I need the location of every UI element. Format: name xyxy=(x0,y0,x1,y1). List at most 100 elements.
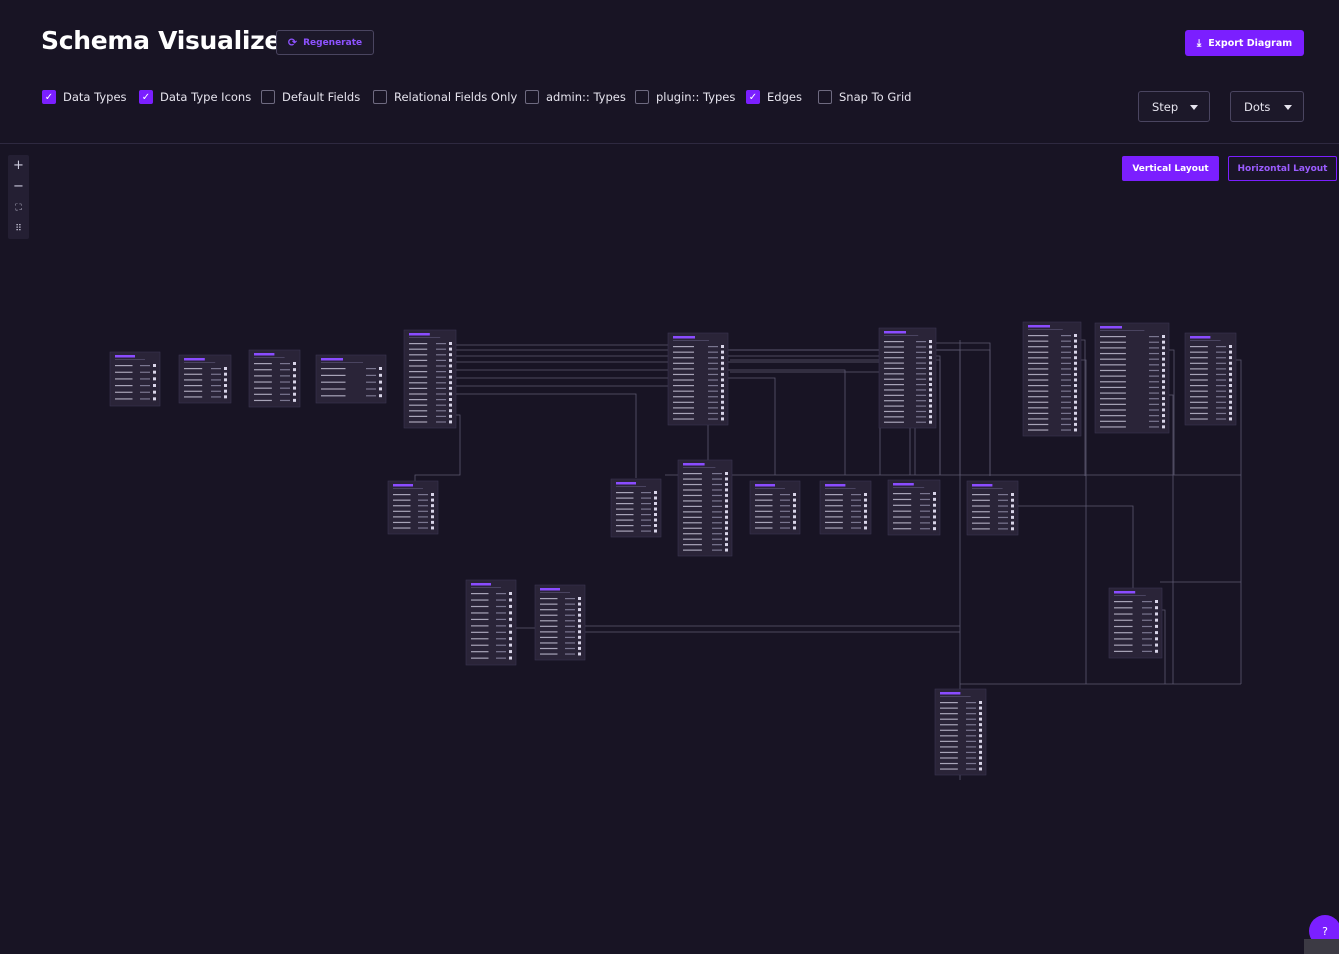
field-name xyxy=(1028,368,1049,370)
field-type-icon xyxy=(725,472,728,475)
node-title-bar xyxy=(884,331,906,334)
field-name xyxy=(825,527,843,529)
checkbox-box[interactable] xyxy=(818,90,832,104)
field-name xyxy=(972,499,990,501)
vertical-layout-button[interactable]: Vertical Layout xyxy=(1122,156,1219,181)
field-type xyxy=(712,483,722,486)
field-type-icon xyxy=(293,398,296,402)
field-type-icon xyxy=(725,482,728,486)
field-type-icon xyxy=(654,496,657,500)
checkbox-box[interactable] xyxy=(261,90,275,104)
field-type-icon xyxy=(979,739,982,743)
checkbox-data-type-icons[interactable]: ✓ Data Type Icons xyxy=(139,90,251,104)
field-type-icon xyxy=(449,347,452,351)
field-type-icon xyxy=(1229,367,1232,371)
field-type-icon xyxy=(725,515,728,519)
field-name xyxy=(1190,401,1208,403)
field-type-icon xyxy=(578,613,581,617)
field-type xyxy=(916,410,926,413)
fit-view-icon[interactable]: ⛶ xyxy=(8,197,29,218)
field-type xyxy=(1061,385,1071,387)
field-type-icon xyxy=(721,367,724,371)
zoom-out-icon[interactable]: − xyxy=(8,176,29,197)
node-title-bar xyxy=(825,484,846,487)
field-name xyxy=(1114,638,1133,640)
field-type-icon xyxy=(153,377,156,381)
checkbox-box[interactable]: ✓ xyxy=(42,90,56,104)
field-type xyxy=(565,603,575,605)
node-subtitle-bar xyxy=(884,335,919,336)
node-subtitle-bar xyxy=(825,488,856,489)
field-type-icon xyxy=(721,417,724,421)
field-type-icon xyxy=(793,509,796,513)
schema-canvas[interactable] xyxy=(0,144,1339,954)
field-name xyxy=(673,407,694,409)
checkbox-admin-types[interactable]: admin:: Types xyxy=(525,90,626,104)
edge-type-select[interactable]: Step xyxy=(1138,91,1210,122)
field-type-icon xyxy=(153,390,156,394)
field-name xyxy=(115,371,133,373)
field-type xyxy=(712,538,722,540)
schema-node xyxy=(248,349,301,408)
field-type xyxy=(641,525,651,527)
background-value: Dots xyxy=(1244,99,1271,114)
checkbox-data-types[interactable]: ✓ Data Types xyxy=(42,90,127,104)
field-name xyxy=(893,510,912,512)
checkbox-edges[interactable]: ✓ Edges xyxy=(746,90,802,104)
field-name xyxy=(683,538,702,540)
zoom-in-icon[interactable]: + xyxy=(8,155,29,176)
schema-node xyxy=(1108,587,1163,659)
field-type-icon xyxy=(449,420,452,424)
checkbox-relational-fields-only[interactable]: Relational Fields Only xyxy=(373,90,517,104)
field-type xyxy=(140,371,150,373)
interactive-lock-icon[interactable]: ⠿ xyxy=(8,218,29,239)
node-subtitle-bar xyxy=(321,362,363,363)
field-type xyxy=(1061,373,1071,376)
field-name xyxy=(393,527,411,529)
checkbox-box[interactable] xyxy=(525,90,539,104)
field-type-icon xyxy=(509,643,512,647)
regenerate-button[interactable]: ⟳ Regenerate xyxy=(276,30,374,55)
checkbox-default-fields[interactable]: Default Fields xyxy=(261,90,360,104)
node-subtitle-bar xyxy=(673,340,709,341)
field-type xyxy=(280,393,290,395)
field-type-icon xyxy=(933,497,936,501)
field-type xyxy=(496,651,506,653)
field-type xyxy=(140,365,150,367)
checkbox-box[interactable] xyxy=(635,90,649,104)
checkbox-box[interactable]: ✓ xyxy=(139,90,153,104)
field-name xyxy=(1028,340,1049,342)
field-type xyxy=(1149,352,1159,355)
checkbox-snap-to-grid[interactable]: Snap To Grid xyxy=(818,90,912,104)
field-name xyxy=(616,492,634,494)
field-type-icon xyxy=(431,526,434,530)
field-name xyxy=(940,729,958,731)
field-type-icon xyxy=(1155,612,1158,616)
checkbox-box[interactable]: ✓ xyxy=(746,90,760,104)
field-type-icon xyxy=(721,361,724,365)
field-type-icon xyxy=(929,356,932,360)
node-title-bar xyxy=(940,692,961,695)
field-type-icon xyxy=(1074,395,1077,399)
field-type xyxy=(1061,351,1071,353)
schema-node xyxy=(934,688,987,776)
field-name xyxy=(825,516,843,518)
field-type xyxy=(280,399,290,402)
field-name xyxy=(1100,364,1126,366)
export-diagram-button[interactable]: ⤓ Export Diagram xyxy=(1185,30,1304,56)
field-type xyxy=(496,657,506,659)
field-type-icon xyxy=(153,397,156,401)
field-name xyxy=(471,631,489,633)
field-type-icon xyxy=(793,515,796,519)
field-type-icon xyxy=(1229,372,1232,376)
field-name xyxy=(884,416,904,418)
checkbox-box[interactable] xyxy=(373,90,387,104)
field-type-icon xyxy=(1162,402,1165,406)
field-type xyxy=(780,499,790,501)
field-type-icon xyxy=(1162,380,1165,384)
edge-type-value: Step xyxy=(1152,99,1179,114)
horizontal-layout-button[interactable]: Horizontal Layout xyxy=(1228,156,1337,181)
field-name xyxy=(893,504,912,506)
background-select[interactable]: Dots xyxy=(1230,91,1304,122)
checkbox-plugin-types[interactable]: plugin:: Types xyxy=(635,90,735,104)
